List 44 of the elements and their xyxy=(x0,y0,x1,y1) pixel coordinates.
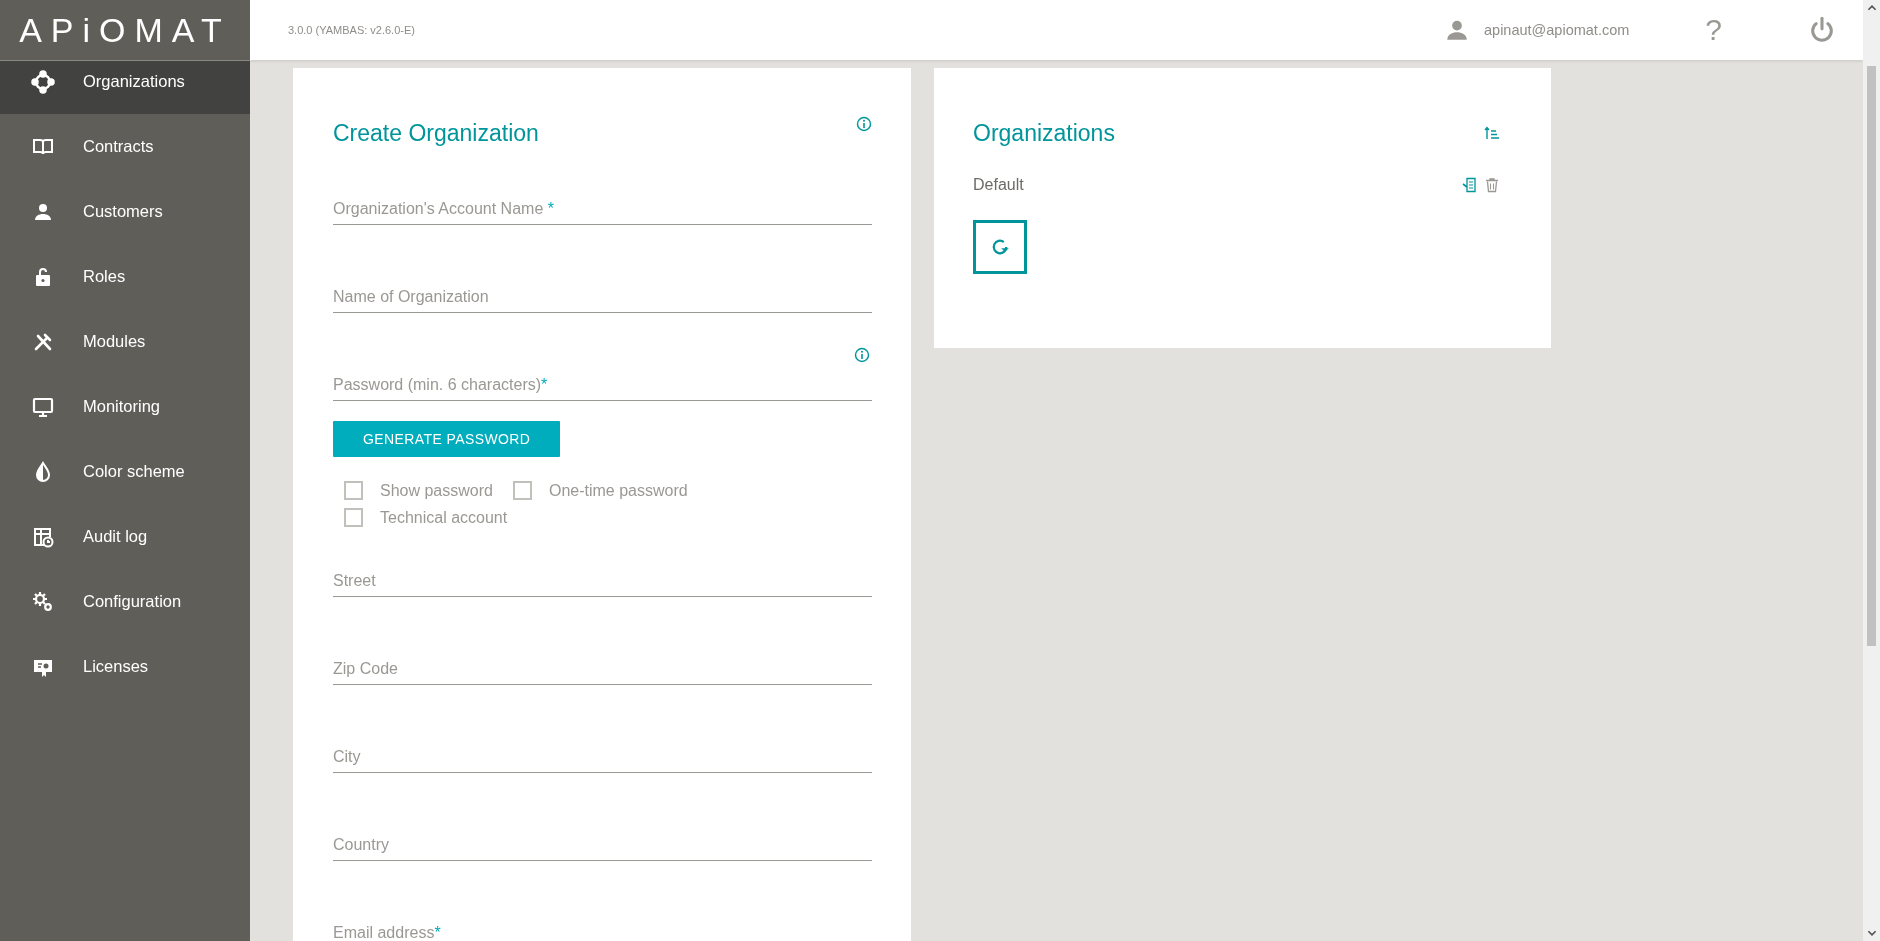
sidebar-item[interactable]: Color scheme xyxy=(0,439,250,504)
trash-icon[interactable] xyxy=(1484,177,1500,193)
input-field[interactable]: Password (min. 6 characters)* xyxy=(333,376,872,401)
checkbox[interactable] xyxy=(512,481,532,500)
input-field[interactable]: Email address* xyxy=(333,924,872,941)
sidebar-item[interactable]: Modules xyxy=(0,309,250,374)
power-icon[interactable] xyxy=(1808,16,1836,44)
scrollbar[interactable] xyxy=(1863,0,1880,941)
sidebar-item[interactable]: Audit log xyxy=(0,504,250,569)
sidebar-item[interactable]: Contracts xyxy=(0,114,250,179)
info-icon[interactable] xyxy=(856,116,872,132)
sidebar-item[interactable]: Customers xyxy=(0,179,250,244)
network-icon xyxy=(31,69,55,94)
sidebar-item[interactable]: Licenses xyxy=(0,634,250,699)
generate-password-button[interactable]: GENERATE PASSWORD xyxy=(333,421,561,457)
card-title: Create Organization xyxy=(333,119,539,148)
card-title: Organizations xyxy=(973,119,1115,148)
checkbox[interactable] xyxy=(344,481,363,500)
scrollbar-thumb[interactable] xyxy=(1867,66,1876,646)
refresh-icon xyxy=(990,237,1010,257)
organization-name[interactable]: Default xyxy=(973,176,1024,194)
input-field[interactable]: Organization's Account Name * xyxy=(333,200,872,225)
input-field[interactable]: Name of Organization xyxy=(333,288,872,313)
input-field[interactable]: City xyxy=(333,748,872,773)
user-email[interactable]: apinaut@apiomat.com xyxy=(1484,22,1630,38)
input-field[interactable]: Street xyxy=(333,572,872,597)
refresh-button[interactable] xyxy=(973,220,1027,274)
version-text: 3.0.0 (YAMBAS: v2.6.0-E) xyxy=(288,24,415,36)
checkbox[interactable] xyxy=(344,508,363,527)
sidebar-item[interactable]: Roles xyxy=(0,244,250,309)
gears-icon xyxy=(31,589,55,614)
input-field[interactable]: Zip Code xyxy=(333,660,872,685)
logo: APiOMAT xyxy=(19,10,231,50)
checkbox-label: One-time password xyxy=(548,481,688,500)
sidebar-item[interactable]: Organizations xyxy=(0,61,250,114)
input-field[interactable]: Country xyxy=(333,836,872,861)
document-icon[interactable] xyxy=(1462,177,1478,193)
sidebar-item[interactable]: Monitoring xyxy=(0,374,250,439)
info-icon[interactable] xyxy=(854,347,870,363)
help-button[interactable]: ? xyxy=(1701,13,1726,47)
checkbox-label: Show password xyxy=(380,481,493,500)
sort-icon[interactable] xyxy=(1484,125,1500,141)
sidebar-item[interactable]: Configuration xyxy=(0,569,250,634)
checkbox-label: Technical account xyxy=(380,508,508,527)
